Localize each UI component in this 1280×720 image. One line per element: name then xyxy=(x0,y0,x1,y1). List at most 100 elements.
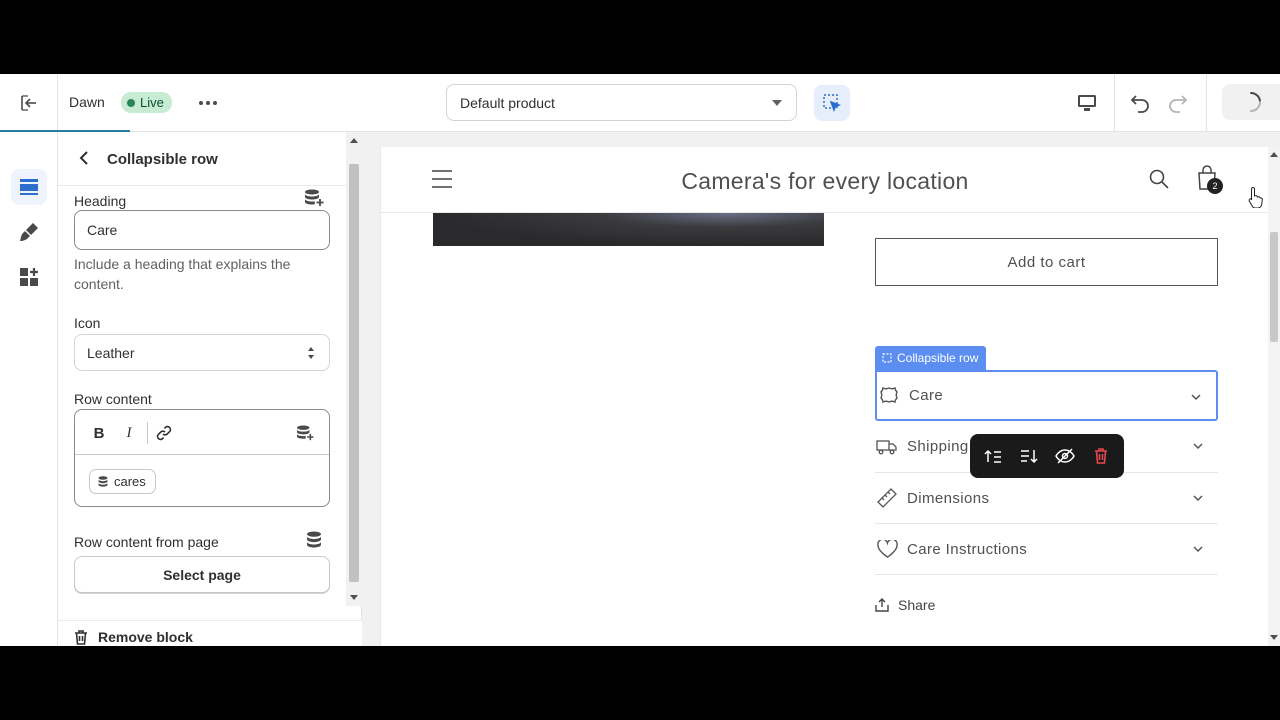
undo-icon xyxy=(1130,95,1149,113)
ruler-icon xyxy=(876,487,898,509)
store-header: Camera's for every location 2 xyxy=(381,147,1268,213)
live-label: Live xyxy=(140,95,164,110)
scroll-down-arrow-icon[interactable] xyxy=(350,595,358,600)
sections-icon xyxy=(20,179,38,195)
panel-scrollbar[interactable] xyxy=(346,132,362,606)
theme-name: Dawn xyxy=(69,94,105,110)
hand-cursor-icon xyxy=(1248,186,1263,208)
link-button[interactable] xyxy=(152,421,176,445)
trash-icon xyxy=(1095,448,1107,464)
scroll-down-arrow-icon[interactable] xyxy=(1270,635,1278,640)
panel-title: Collapsible row xyxy=(107,151,218,168)
share-label: Share xyxy=(898,597,936,613)
template-select[interactable]: Default product xyxy=(446,84,797,121)
preview-scroll-thumb[interactable] xyxy=(1270,232,1278,342)
rail-apps-button[interactable] xyxy=(11,259,47,295)
icon-select[interactable]: Leather xyxy=(74,334,330,371)
bold-button[interactable]: B xyxy=(87,421,111,445)
exit-button[interactable] xyxy=(0,74,58,132)
block-settings-panel: Collapsible row Heading Care Include a h… xyxy=(58,132,362,646)
collapsible-row-care[interactable]: Care xyxy=(875,370,1218,421)
row-content-page-label: Row content from page xyxy=(74,534,219,550)
icon-label: Icon xyxy=(74,315,101,331)
inspector-toggle-button[interactable] xyxy=(814,85,850,121)
dynamic-source-pill[interactable]: cares xyxy=(89,469,156,494)
block-selection-tag: Collapsible row xyxy=(875,346,987,370)
share-button[interactable]: Share xyxy=(875,597,935,613)
rail-theme-settings-button[interactable] xyxy=(11,214,47,250)
share-icon xyxy=(875,598,889,612)
hide-block-button[interactable] xyxy=(1050,441,1080,471)
remove-block-label: Remove block xyxy=(98,629,193,645)
row-content-editor[interactable]: B I cares xyxy=(74,409,330,507)
collapsible-row-dimensions[interactable]: Dimensions xyxy=(875,473,1218,524)
redo-button[interactable] xyxy=(1162,88,1194,118)
device-preview-button[interactable] xyxy=(1070,88,1104,118)
caret-down-icon xyxy=(772,100,782,106)
move-up-button[interactable] xyxy=(978,441,1008,471)
page-dynamic-source-button[interactable] xyxy=(303,528,325,550)
save-button[interactable] xyxy=(1222,84,1280,120)
chevron-down-icon xyxy=(1193,546,1203,553)
panel-footer: Remove block xyxy=(58,620,362,646)
eye-slash-icon xyxy=(1055,448,1075,464)
select-cursor-icon xyxy=(823,94,842,113)
delete-block-button[interactable] xyxy=(1086,441,1116,471)
back-button[interactable] xyxy=(72,146,96,170)
italic-button[interactable]: I xyxy=(117,421,141,445)
move-down-button[interactable] xyxy=(1014,441,1044,471)
rte-toolbar: B I xyxy=(75,410,329,455)
collapsible-row-care-instructions[interactable]: Care Instructions xyxy=(875,524,1218,575)
live-status-dot xyxy=(127,98,135,107)
heading-help-text: Include a heading that explains the cont… xyxy=(74,256,291,292)
rte-dynamic-source-button[interactable] xyxy=(293,421,317,445)
block-actions-toolbar xyxy=(970,434,1124,478)
undo-button[interactable] xyxy=(1124,88,1156,118)
rail-sections-button[interactable] xyxy=(11,169,47,205)
redo-icon xyxy=(1169,95,1188,113)
ellipsis-icon xyxy=(199,101,217,105)
row-label: Shipping xyxy=(907,438,969,455)
editor-rail xyxy=(0,132,58,646)
chevron-down-icon xyxy=(1193,443,1203,450)
panel-scroll-thumb[interactable] xyxy=(349,164,359,582)
store-title[interactable]: Camera's for every location xyxy=(381,168,1268,195)
product-image[interactable] xyxy=(433,213,824,246)
move-down-icon xyxy=(1021,450,1038,464)
leather-icon xyxy=(878,385,900,407)
connect-dynamic-source-button[interactable] xyxy=(303,187,325,209)
chevron-down-icon xyxy=(1193,495,1203,502)
storefront-preview: Camera's for every location 2 Add to car… xyxy=(380,147,1268,646)
select-page-button[interactable]: Select page xyxy=(74,556,330,593)
paintbrush-icon xyxy=(20,223,38,241)
add-to-cart-button[interactable]: Add to cart xyxy=(875,238,1218,286)
exit-icon xyxy=(20,95,36,111)
block-selection-label: Collapsible row xyxy=(897,351,979,365)
preview-scrollbar[interactable] xyxy=(1268,147,1280,646)
live-badge: Live xyxy=(121,92,172,113)
row-label: Care xyxy=(909,387,944,404)
database-plus-icon xyxy=(297,425,314,441)
link-icon xyxy=(156,425,172,441)
chevron-left-icon xyxy=(79,151,88,165)
truck-icon xyxy=(876,436,898,458)
database-icon xyxy=(307,530,321,548)
search-icon[interactable] xyxy=(1149,169,1169,189)
toolbar-divider xyxy=(1206,74,1207,132)
heading-input[interactable]: Care xyxy=(74,210,330,250)
scroll-up-arrow-icon[interactable] xyxy=(350,138,358,143)
select-arrows-icon xyxy=(308,347,314,359)
scroll-up-arrow-icon[interactable] xyxy=(1270,152,1278,157)
template-select-value: Default product xyxy=(460,94,555,111)
heart-icon xyxy=(876,538,898,560)
apps-icon xyxy=(20,268,38,286)
spinner-icon xyxy=(1250,92,1261,112)
theme-editor: Dawn Live Default product Collapsible ro… xyxy=(0,74,1280,646)
remove-block-button[interactable]: Remove block xyxy=(74,629,193,645)
chevron-down-icon xyxy=(1191,394,1201,401)
icon-select-value: Leather xyxy=(87,344,135,361)
row-label: Dimensions xyxy=(907,489,990,507)
more-actions-button[interactable] xyxy=(194,90,222,116)
move-up-icon xyxy=(984,449,1001,463)
row-label: Care Instructions xyxy=(907,540,1028,558)
